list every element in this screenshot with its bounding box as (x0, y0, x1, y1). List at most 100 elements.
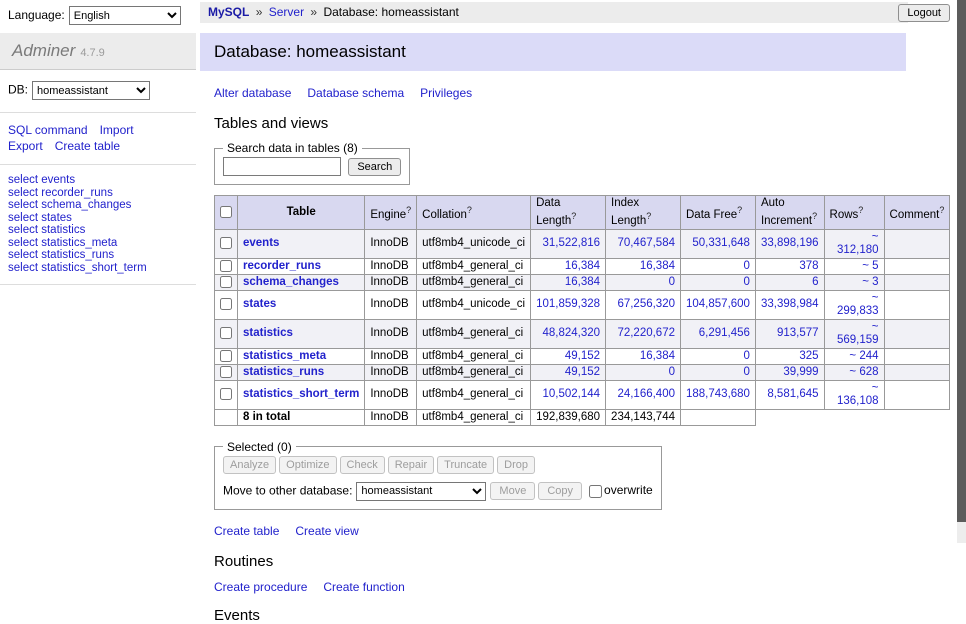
link-alter-database[interactable]: Alter database (214, 86, 291, 100)
check-button[interactable]: Check (340, 456, 385, 474)
help-link[interactable]: ? (406, 205, 411, 215)
sidebar-action-import[interactable]: Import (100, 123, 134, 137)
index-length-link[interactable]: 0 (669, 276, 675, 288)
search-input[interactable] (223, 157, 341, 176)
data-length-link[interactable]: 49,152 (565, 366, 600, 378)
index-length-link[interactable]: 67,256,320 (617, 298, 675, 310)
sidebar-action-export[interactable]: Export (8, 139, 43, 153)
link-database-schema[interactable]: Database schema (307, 86, 404, 100)
row-checkbox[interactable] (220, 276, 232, 288)
rows-link[interactable]: ~ 244 (849, 350, 878, 362)
sidebar-link-select-states[interactable]: select states (8, 212, 188, 225)
sidebar-link-select-statistics[interactable]: select statistics (8, 224, 188, 237)
row-checkbox[interactable] (220, 237, 232, 249)
help-link[interactable]: ? (646, 211, 651, 221)
sidebar-link-select-events[interactable]: select events (8, 174, 188, 187)
link-create-view[interactable]: Create view (295, 524, 358, 538)
rows-link[interactable]: ~ 3 (862, 276, 878, 288)
move-button[interactable]: Move (490, 482, 535, 500)
analyze-button[interactable]: Analyze (223, 456, 276, 474)
table-link-statistics[interactable]: statistics (243, 327, 293, 339)
sidebar-link-select-statistics-short-term[interactable]: select statistics_short_term (8, 262, 188, 275)
row-checkbox[interactable] (220, 388, 232, 400)
help-link[interactable]: ? (737, 205, 742, 215)
link-create-procedure[interactable]: Create procedure (214, 580, 307, 594)
row-checkbox[interactable] (220, 260, 232, 272)
breadcrumb-mysql-link[interactable]: MySQL (208, 5, 249, 19)
search-button[interactable]: Search (348, 158, 401, 176)
help-link[interactable]: ? (571, 211, 576, 221)
data-length-link[interactable]: 16,384 (565, 276, 600, 288)
table-link-statistics-meta[interactable]: statistics_meta (243, 350, 326, 362)
drop-button[interactable]: Drop (497, 456, 535, 474)
table-link-statistics-short-term[interactable]: statistics_short_term (243, 388, 359, 400)
data-free-link[interactable]: 0 (744, 276, 750, 288)
auto-increment-link[interactable]: 33,898,196 (761, 237, 819, 249)
table-link-statistics-runs[interactable]: statistics_runs (243, 366, 324, 378)
auto-increment-link[interactable]: 8,581,645 (767, 388, 818, 400)
index-length-link[interactable]: 16,384 (640, 350, 675, 362)
auto-increment-link[interactable]: 913,577 (777, 327, 819, 339)
data-length-link[interactable]: 48,824,320 (542, 327, 600, 339)
help-link[interactable]: ? (467, 205, 472, 215)
sidebar-action-create-table[interactable]: Create table (55, 139, 120, 153)
auto-increment-link[interactable]: 39,999 (783, 366, 818, 378)
scrollbar-thumb[interactable] (957, 0, 966, 522)
copy-button[interactable]: Copy (538, 482, 582, 500)
rows-link[interactable]: ~ 569,159 (837, 321, 879, 346)
help-link[interactable]: ? (939, 205, 944, 215)
help-link[interactable]: ? (858, 205, 863, 215)
auto-increment-link[interactable]: 33,398,984 (761, 298, 819, 310)
help-link[interactable]: ? (812, 211, 817, 221)
index-length-link[interactable]: 70,467,584 (617, 237, 675, 249)
auto-increment-link[interactable]: 378 (799, 260, 818, 272)
index-length-link[interactable]: 16,384 (640, 260, 675, 272)
index-length-link[interactable]: 72,220,672 (617, 327, 675, 339)
sidebar-link-select-statistics-runs[interactable]: select statistics_runs (8, 249, 188, 262)
data-free-link[interactable]: 104,857,600 (686, 298, 750, 310)
table-link-schema-changes[interactable]: schema_changes (243, 276, 339, 288)
link-create-function[interactable]: Create function (323, 580, 404, 594)
row-checkbox[interactable] (220, 298, 232, 310)
db-select[interactable]: homeassistant (32, 81, 150, 100)
data-free-link[interactable]: 6,291,456 (699, 327, 750, 339)
repair-button[interactable]: Repair (388, 456, 434, 474)
sidebar-link-select-schema-changes[interactable]: select schema_changes (8, 199, 188, 212)
sidebar-action-sql-command[interactable]: SQL command (8, 123, 88, 137)
table-link-states[interactable]: states (243, 298, 276, 310)
rows-link[interactable]: ~ 5 (862, 260, 878, 272)
table-link-recorder-runs[interactable]: recorder_runs (243, 260, 321, 272)
breadcrumb-server-link[interactable]: Server (269, 5, 304, 19)
rows-link[interactable]: ~ 312,180 (837, 231, 879, 256)
scrollbar[interactable] (957, 0, 966, 543)
select-all-checkbox[interactable] (220, 206, 232, 218)
sidebar-link-select-recorder-runs[interactable]: select recorder_runs (8, 187, 188, 200)
link-privileges[interactable]: Privileges (420, 86, 472, 100)
index-length-link[interactable]: 24,166,400 (617, 388, 675, 400)
data-free-link[interactable]: 0 (744, 260, 750, 272)
data-length-link[interactable]: 10,502,144 (542, 388, 600, 400)
auto-increment-link[interactable]: 6 (812, 276, 818, 288)
truncate-button[interactable]: Truncate (437, 456, 494, 474)
move-database-select[interactable]: homeassistant (356, 482, 486, 501)
optimize-button[interactable]: Optimize (279, 456, 336, 474)
data-free-link[interactable]: 0 (744, 366, 750, 378)
rows-link[interactable]: ~ 628 (849, 366, 878, 378)
row-checkbox[interactable] (220, 327, 232, 339)
link-create-table[interactable]: Create table (214, 524, 279, 538)
row-checkbox[interactable] (220, 350, 232, 362)
data-free-link[interactable]: 0 (744, 350, 750, 362)
data-length-link[interactable]: 31,522,816 (542, 237, 600, 249)
overwrite-checkbox[interactable] (589, 485, 602, 498)
sidebar-link-select-statistics-meta[interactable]: select statistics_meta (8, 237, 188, 250)
auto-increment-link[interactable]: 325 (799, 350, 818, 362)
data-free-link[interactable]: 50,331,648 (692, 237, 750, 249)
logout-button[interactable]: Logout (898, 4, 950, 22)
table-link-events[interactable]: events (243, 237, 279, 249)
row-checkbox[interactable] (220, 366, 232, 378)
rows-link[interactable]: ~ 136,108 (837, 382, 879, 407)
rows-link[interactable]: ~ 299,833 (837, 292, 879, 317)
language-select[interactable]: English (69, 6, 181, 25)
data-free-link[interactable]: 188,743,680 (686, 388, 750, 400)
data-length-link[interactable]: 49,152 (565, 350, 600, 362)
